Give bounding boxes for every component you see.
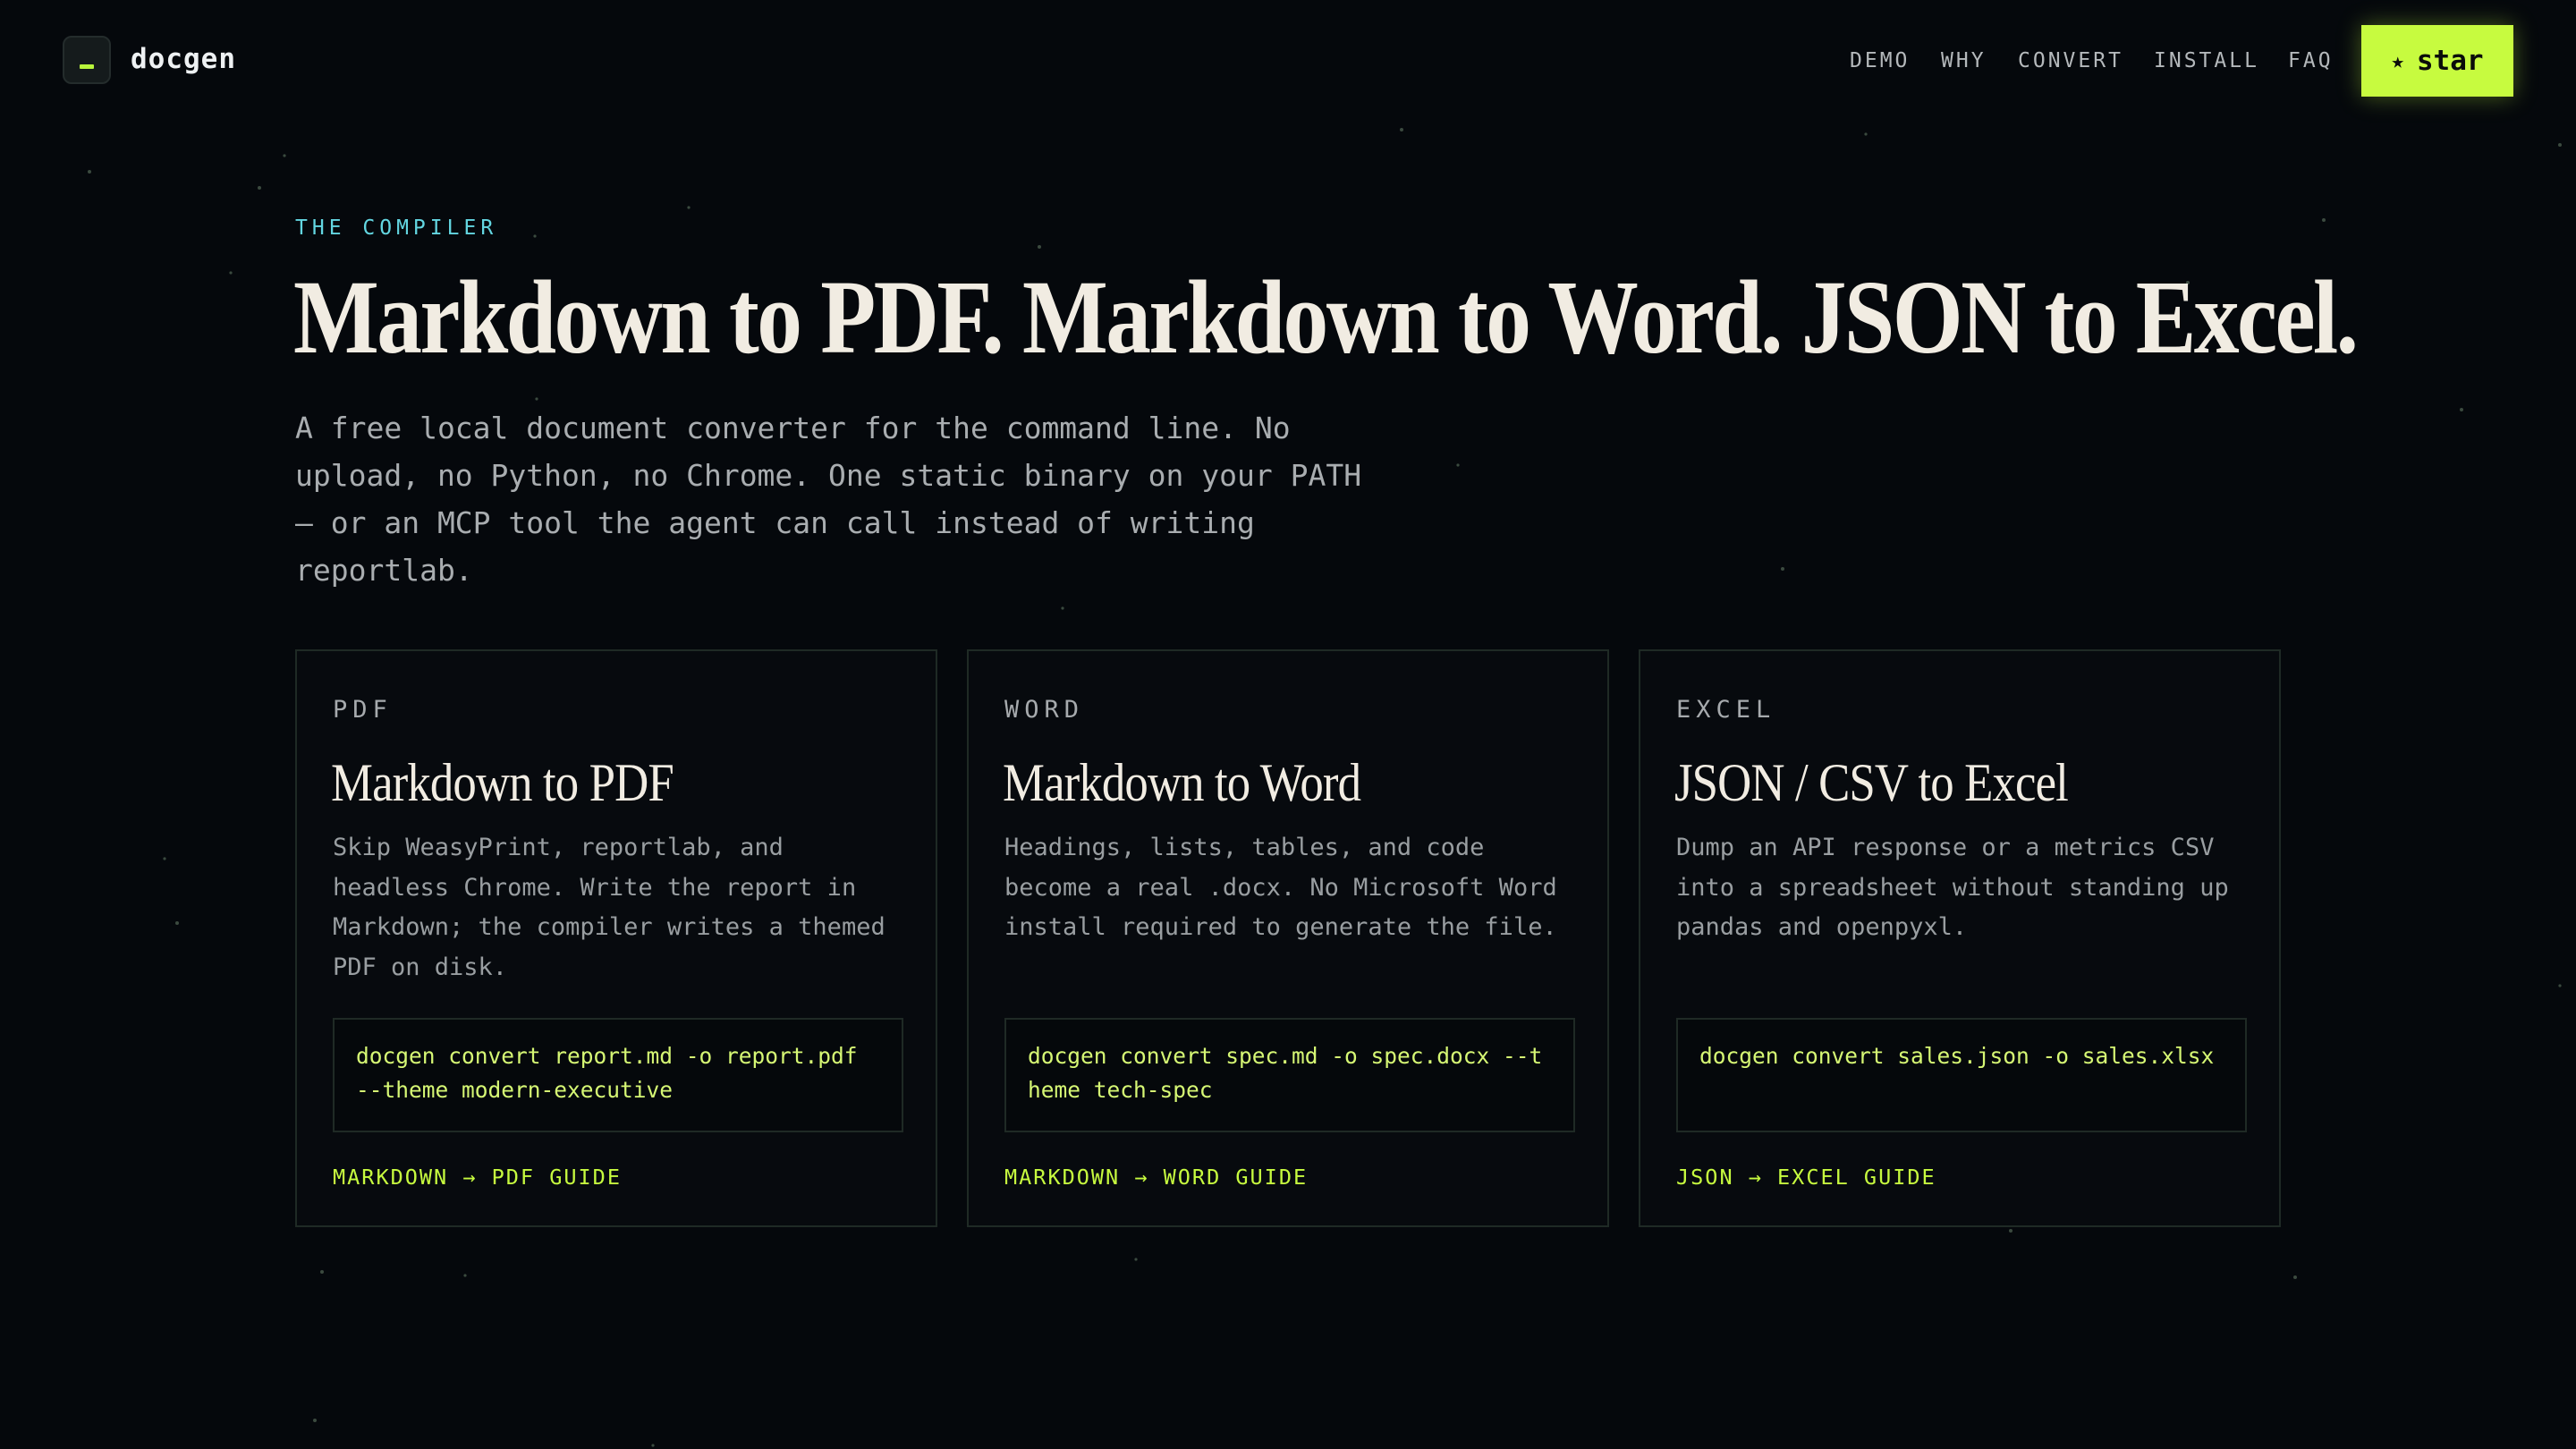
- page-title: Markdown to PDF. Markdown to Word. JSON …: [293, 258, 2359, 376]
- card-description: Headings, lists, tables, and code become…: [1004, 834, 1557, 941]
- nav-faq[interactable]: FAQ: [2288, 43, 2334, 79]
- card-title: JSON / CSV to Excel: [1674, 753, 2069, 812]
- nav-why[interactable]: WHY: [1941, 43, 1987, 79]
- logo-icon[interactable]: [63, 36, 111, 84]
- card-title: Markdown to PDF: [331, 753, 674, 812]
- card-title: Markdown to Word: [1003, 753, 1361, 812]
- nav-install[interactable]: INSTALL: [2154, 43, 2259, 79]
- hero-eyebrow: THE COMPILER: [295, 216, 498, 240]
- excel-guide-link[interactable]: JSON → EXCEL GUIDE: [1676, 1165, 1936, 1190]
- card-kicker: PDF: [333, 696, 393, 724]
- card-pdf: PDF Markdown to PDF Skip WeasyPrint, rep…: [295, 649, 937, 1227]
- card-word: WORD Markdown to Word Headings, lists, t…: [967, 649, 1609, 1227]
- nav-convert[interactable]: CONVERT: [2018, 43, 2123, 79]
- word-guide-link[interactable]: MARKDOWN → WORD GUIDE: [1004, 1165, 1308, 1190]
- hero-description: A free local document converter for the …: [295, 411, 1362, 588]
- card-excel: EXCEL JSON / CSV to Excel Dump an API re…: [1639, 649, 2281, 1227]
- star-button[interactable]: ★ star: [2361, 25, 2513, 97]
- card-description: Skip WeasyPrint, reportlab, and headless…: [333, 834, 886, 981]
- star-icon: ★: [2391, 48, 2404, 73]
- brand-name[interactable]: docgen: [131, 39, 236, 79]
- logo-cursor-mark: [80, 64, 94, 69]
- pdf-guide-link[interactable]: MARKDOWN → PDF GUIDE: [333, 1165, 622, 1190]
- code-snippet[interactable]: docgen convert spec.md -o spec.docx --th…: [1004, 1018, 1575, 1132]
- nav-demo[interactable]: DEMO: [1850, 43, 1910, 79]
- star-button-label: star: [2416, 45, 2484, 77]
- code-snippet[interactable]: docgen convert sales.json -o sales.xlsx: [1676, 1018, 2247, 1132]
- code-snippet[interactable]: docgen convert report.md -o report.pdf -…: [333, 1018, 903, 1132]
- card-description: Dump an API response or a metrics CSV in…: [1676, 834, 2229, 941]
- card-kicker: WORD: [1004, 696, 1085, 724]
- card-kicker: EXCEL: [1676, 696, 1776, 724]
